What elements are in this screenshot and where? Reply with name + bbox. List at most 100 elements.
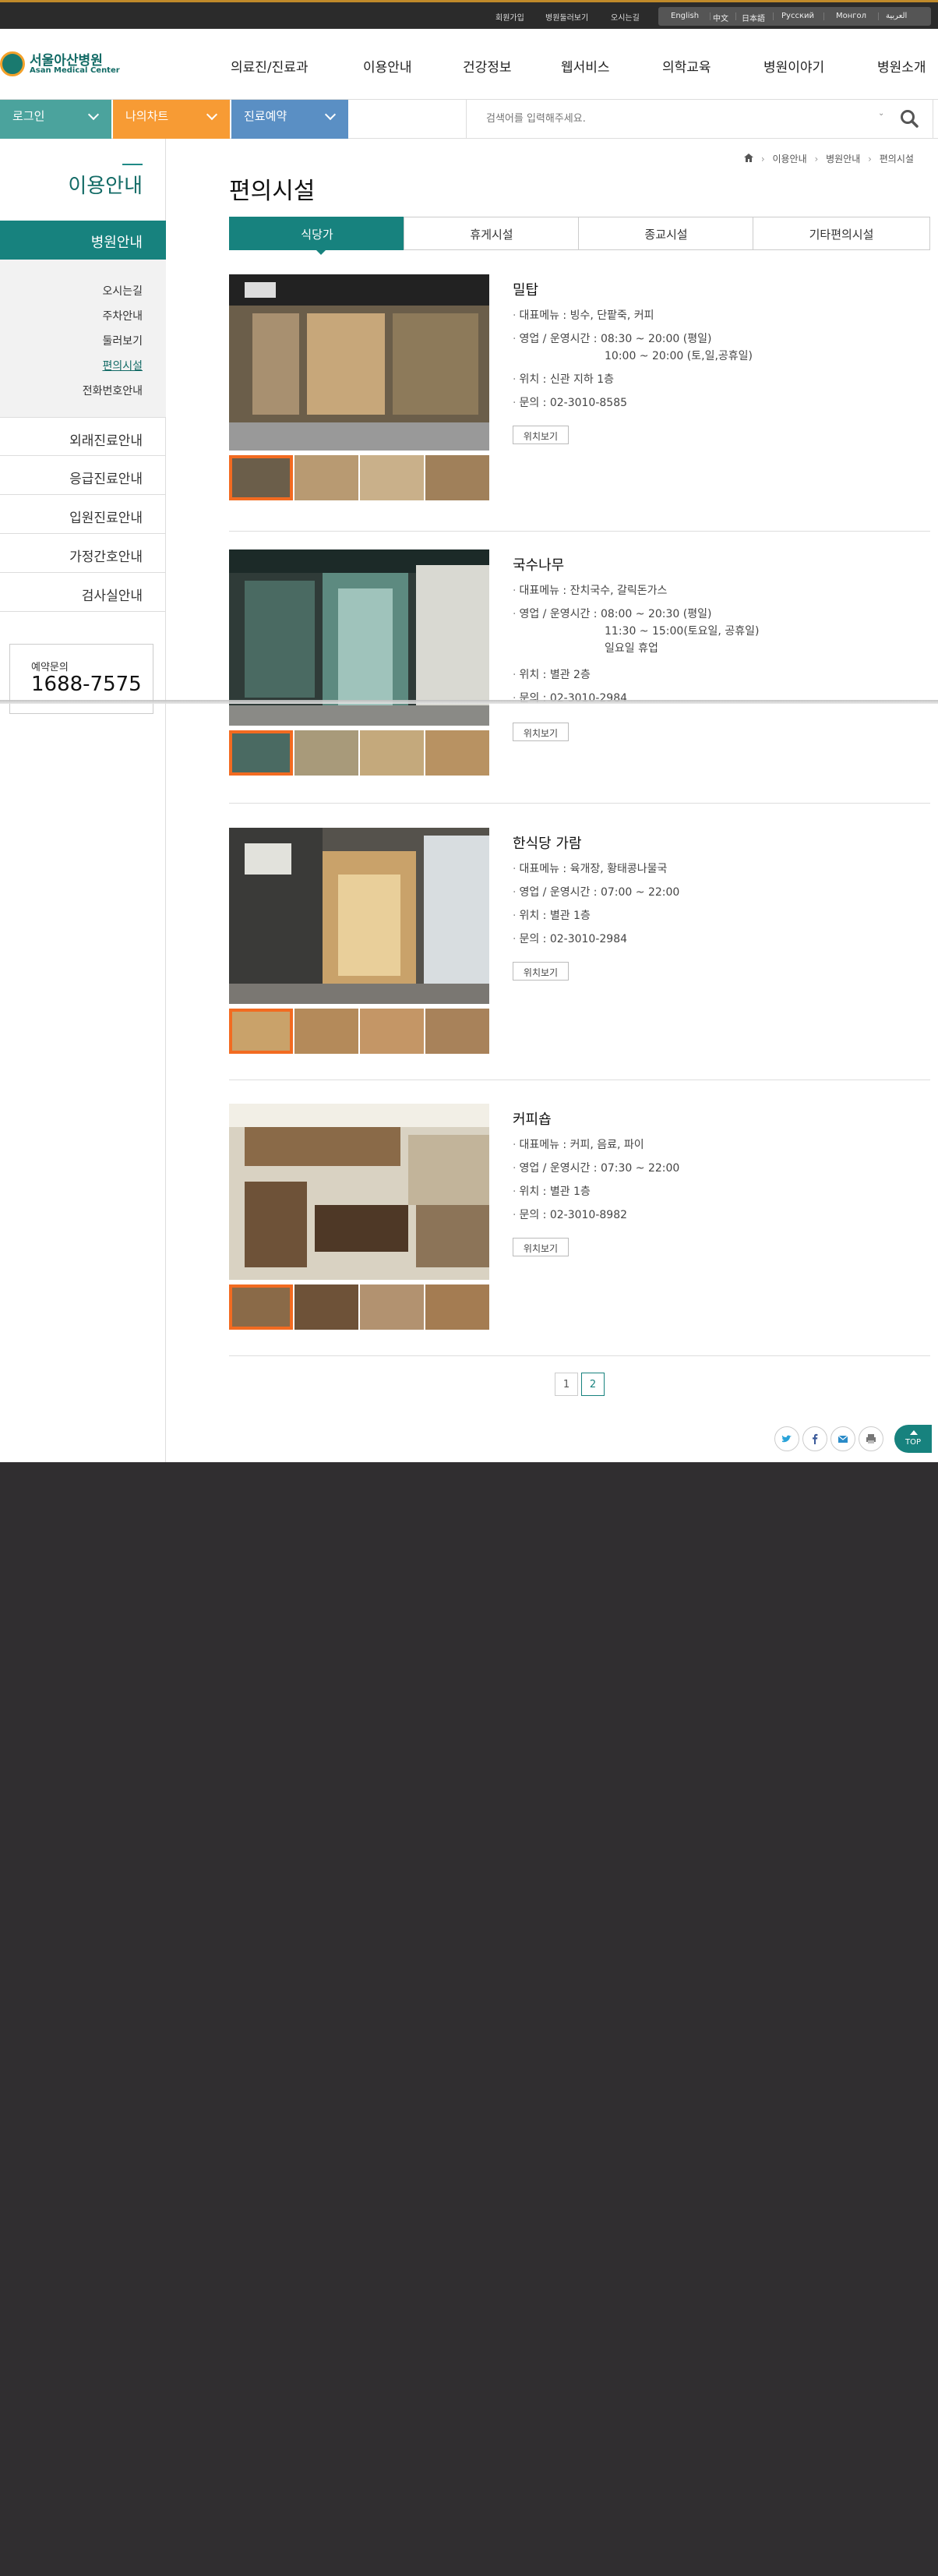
- lang-arabic[interactable]: العربية: [886, 12, 907, 20]
- thumbnail[interactable]: [294, 730, 358, 776]
- thumbnail[interactable]: [294, 455, 358, 500]
- gnb-medical-education[interactable]: 의학교육: [662, 56, 711, 76]
- facility-info-line: 11:30 ~ 15:00(토요일, 공휴일): [605, 625, 760, 638]
- thumbnail[interactable]: [425, 1284, 489, 1330]
- thumbnail[interactable]: [229, 1284, 293, 1330]
- facility-info-line: 10:00 ~ 20:00 (토,일,공휴일): [605, 350, 753, 362]
- search-dropdown-icon[interactable]: ⌄: [878, 109, 884, 118]
- language-selector: English 中文 日本語 Русский Монгол العربية: [658, 7, 931, 26]
- signup-link[interactable]: 회원가입: [495, 11, 524, 23]
- twitter-icon[interactable]: [774, 1426, 799, 1451]
- search-input[interactable]: [486, 109, 860, 128]
- sidebar-sub-directions[interactable]: 오시는길: [102, 283, 143, 299]
- location-button[interactable]: 위치보기: [513, 723, 569, 741]
- login-button[interactable]: 로그인: [0, 100, 111, 139]
- top-utility-bar: 회원가입 병원둘러보기 오시는길 English 中文 日本語 Русский …: [0, 0, 938, 29]
- search-box: ⌄: [466, 100, 933, 139]
- thumbnail[interactable]: [425, 1009, 489, 1054]
- directions-link[interactable]: 오시는길: [611, 11, 640, 23]
- breadcrumb-separator-icon: ›: [814, 154, 819, 164]
- tab-bar: 식당가 휴게시설 종교시설 기타편의시설: [229, 217, 930, 255]
- sidebar-item-hospital-guide[interactable]: 병원안내: [0, 221, 166, 260]
- facebook-icon[interactable]: [802, 1426, 827, 1451]
- arrow-up-icon: [910, 1430, 918, 1435]
- facility-item: 밀탑 · 대표메뉴 : 빙수, 단팥죽, 커피 · 영업 / 운영시간 : 08:3…: [229, 274, 930, 532]
- breadcrumb-item[interactable]: 병원안내: [826, 152, 860, 165]
- login-label: 로그인: [12, 109, 45, 123]
- location-button[interactable]: 위치보기: [513, 1238, 569, 1256]
- email-icon[interactable]: [830, 1426, 855, 1451]
- location-button[interactable]: 위치보기: [513, 426, 569, 444]
- hospital-tour-link[interactable]: 병원둘러보기: [545, 11, 588, 23]
- chevron-down-icon: [206, 108, 218, 121]
- gnb-health-info[interactable]: 건강정보: [463, 56, 512, 76]
- breadcrumb-separator-icon: ›: [868, 154, 872, 164]
- breadcrumb-item[interactable]: 편의시설: [880, 152, 914, 165]
- thumbnail[interactable]: [229, 730, 293, 776]
- tab-restaurants[interactable]: 식당가: [229, 217, 405, 250]
- lang-chinese[interactable]: 中文: [713, 12, 728, 23]
- gnb-web-services[interactable]: 웹서비스: [561, 56, 610, 76]
- page-title: 편의시설: [229, 178, 316, 205]
- reservation-button[interactable]: 진료예약: [231, 100, 348, 139]
- my-chart-button[interactable]: 나의차트: [113, 100, 230, 139]
- sidebar-item-home-nursing[interactable]: 가정간호안내: [0, 534, 166, 573]
- thumbnail[interactable]: [360, 455, 424, 500]
- facility-item: 국수나무 · 대표메뉴 : 잔치국수, 갈릭돈가스 · 영업 / 운영시간 : 08…: [229, 549, 930, 804]
- contact-number: 1688-7575: [31, 673, 142, 696]
- location-button[interactable]: 위치보기: [513, 962, 569, 981]
- page-link-current[interactable]: 2: [581, 1373, 605, 1396]
- divider: [0, 700, 938, 704]
- logo[interactable]: 서울아산병원 Asan Medical Center: [0, 49, 120, 83]
- facility-name: 국수나무: [513, 557, 565, 574]
- sidebar-item-outpatient[interactable]: 외래진료안내: [0, 417, 166, 456]
- facility-info-line: · 문의 : 02-3010-2984: [513, 933, 628, 945]
- lang-russian[interactable]: Русский: [781, 12, 814, 20]
- sidebar-item-emergency[interactable]: 응급진료안내: [0, 456, 166, 495]
- gnb-about[interactable]: 병원소개: [877, 56, 926, 76]
- thumbnail[interactable]: [425, 730, 489, 776]
- facility-photo: [229, 1104, 489, 1280]
- thumbnail[interactable]: [360, 1009, 424, 1054]
- sidebar-sub-phone[interactable]: 전화번호안내: [83, 383, 143, 398]
- thumbnail[interactable]: [294, 1284, 358, 1330]
- facility-item: 한식당 가람 · 대표메뉴 : 육개장, 황태콩나물국 · 영업 / 운영시간 : …: [229, 828, 930, 1080]
- facility-name: 커피숍: [513, 1111, 552, 1128]
- tab-religious[interactable]: 종교시설: [578, 217, 754, 250]
- sidebar-sub-tour[interactable]: 둘러보기: [102, 333, 143, 348]
- home-icon[interactable]: [744, 154, 753, 164]
- thumbnail[interactable]: [229, 1009, 293, 1054]
- facility-info-line: · 문의 : 02-3010-8982: [513, 1209, 628, 1221]
- thumbnail[interactable]: [294, 1009, 358, 1054]
- page-link[interactable]: 1: [555, 1373, 578, 1396]
- print-icon[interactable]: [859, 1426, 883, 1451]
- reservation-label: 진료예약: [244, 109, 287, 123]
- facility-item: 커피숍 · 대표메뉴 : 커피, 음료, 파이 · 영업 / 운영시간 : 07:3…: [229, 1104, 930, 1356]
- thumbnail[interactable]: [360, 730, 424, 776]
- thumbnail-strip: [229, 730, 489, 776]
- lang-mongolian[interactable]: Монгол: [836, 12, 866, 20]
- facility-info-line: · 대표메뉴 : 빙수, 단팥죽, 커피: [513, 309, 654, 322]
- lang-english[interactable]: English: [671, 12, 699, 20]
- gnb-guide[interactable]: 이용안내: [363, 56, 412, 76]
- gnb-doctors[interactable]: 의료진/진료과: [231, 56, 309, 76]
- thumbnail[interactable]: [360, 1284, 424, 1330]
- facility-info-line: · 대표메뉴 : 커피, 음료, 파이: [513, 1139, 644, 1151]
- thumbnail[interactable]: [229, 455, 293, 500]
- tab-other-facilities[interactable]: 기타편의시설: [753, 217, 930, 250]
- breadcrumb-item[interactable]: 이용안내: [772, 152, 806, 165]
- sidebar-sub-parking[interactable]: 주차안내: [102, 308, 143, 323]
- search-icon[interactable]: [899, 108, 919, 129]
- sidebar-item-lab[interactable]: 검사실안내: [0, 573, 166, 612]
- logo-english: Asan Medical Center: [30, 66, 120, 75]
- tab-lounges[interactable]: 휴게시설: [404, 217, 580, 250]
- sidebar-sub-facilities[interactable]: 편의시설: [102, 358, 143, 373]
- divider: [710, 12, 711, 20]
- gnb-hospital-story[interactable]: 병원이야기: [763, 56, 824, 76]
- scroll-to-top-button[interactable]: TOP: [894, 1425, 932, 1453]
- lang-japanese[interactable]: 日本語: [742, 12, 765, 23]
- sidebar-item-inpatient[interactable]: 입원진료안내: [0, 495, 166, 534]
- my-chart-label: 나의차트: [125, 109, 169, 123]
- thumbnail[interactable]: [425, 455, 489, 500]
- facility-photo: [229, 828, 489, 1004]
